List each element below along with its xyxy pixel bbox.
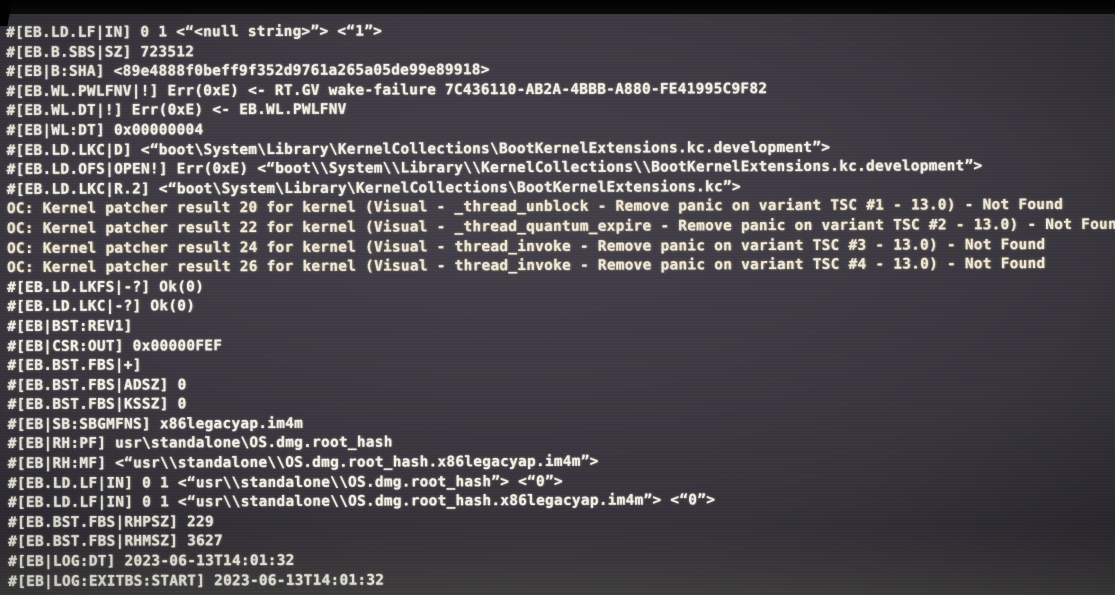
monitor-photo: #[EB.LD.LF|IN] 0 1 <“<null string>”> <“1…: [0, 0, 1115, 595]
boot-log-console: #[EB.LD.LF|IN] 0 1 <“<null string>”> <“1…: [0, 0, 1115, 595]
log-line: #[EB|LOG:EXITBS:START] 2023-06-13T14:01:…: [8, 572, 385, 590]
